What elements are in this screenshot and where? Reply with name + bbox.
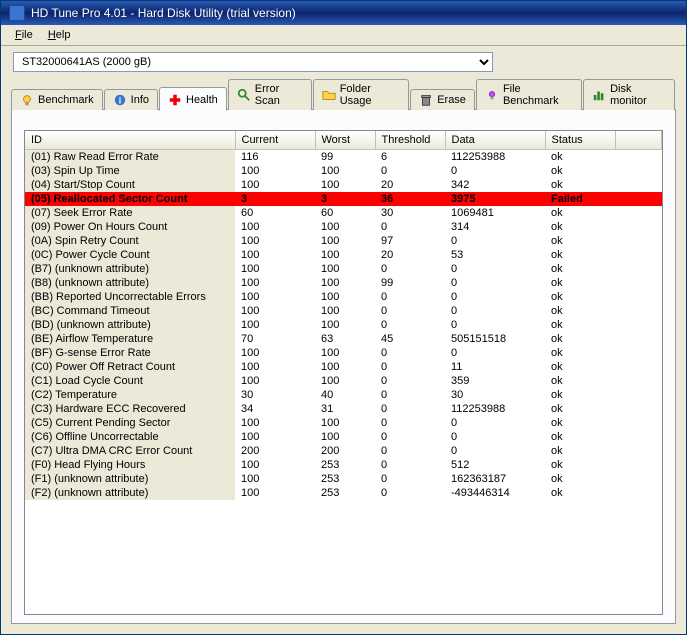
table-row[interactable]: (0C) Power Cycle Count1001002053ok — [25, 248, 662, 262]
menubar: File Help — [1, 25, 686, 46]
table-row[interactable]: (09) Power On Hours Count1001000314ok — [25, 220, 662, 234]
table-row[interactable]: (C5) Current Pending Sector10010000ok — [25, 416, 662, 430]
folder-icon — [322, 88, 336, 102]
app-icon — [9, 5, 25, 21]
table-row[interactable]: (C6) Offline Uncorrectable10010000ok — [25, 430, 662, 444]
health-panel: ID Current Worst Threshold Data Status (… — [11, 109, 676, 624]
info-icon: i — [113, 93, 127, 107]
tab-folder-usage[interactable]: Folder Usage — [313, 79, 409, 110]
table-row[interactable]: (C2) Temperature3040030ok — [25, 388, 662, 402]
table-row[interactable]: (03) Spin Up Time10010000ok — [25, 164, 662, 178]
col-threshold[interactable]: Threshold — [375, 131, 445, 150]
titlebar[interactable]: HD Tune Pro 4.01 - Hard Disk Utility (tr… — [1, 1, 686, 25]
table-row[interactable]: (B7) (unknown attribute)10010000ok — [25, 262, 662, 276]
tab-erase[interactable]: Erase — [410, 89, 475, 110]
tab-error-scan[interactable]: Error Scan — [228, 79, 312, 110]
tabstrip: Benchmark i Info Health Error Scan Folde… — [1, 79, 686, 110]
table-row[interactable]: (F0) Head Flying Hours1002530512ok — [25, 458, 662, 472]
lightbulb-icon — [20, 93, 34, 107]
table-row[interactable]: (F2) (unknown attribute)1002530-49344631… — [25, 486, 662, 500]
table-row[interactable]: (C7) Ultra DMA CRC Error Count20020000ok — [25, 444, 662, 458]
menu-file[interactable]: File — [9, 27, 39, 43]
svg-text:i: i — [118, 96, 120, 106]
table-row[interactable]: (07) Seek Error Rate6060301069481ok — [25, 206, 662, 220]
tab-disk-monitor[interactable]: Disk monitor — [583, 79, 675, 110]
menu-help[interactable]: Help — [42, 27, 77, 43]
col-current[interactable]: Current — [235, 131, 315, 150]
tab-benchmark[interactable]: Benchmark — [11, 89, 103, 110]
magnifier-icon — [237, 88, 251, 102]
table-row[interactable]: (BD) (unknown attribute)10010000ok — [25, 318, 662, 332]
col-status[interactable]: Status — [545, 131, 615, 150]
tab-info[interactable]: i Info — [104, 89, 158, 110]
health-cross-icon — [168, 93, 182, 107]
table-row[interactable]: (05) Reallocated Sector Count33363975Fai… — [25, 192, 662, 206]
table-row[interactable]: (C3) Hardware ECC Recovered3431011225398… — [25, 402, 662, 416]
table-row[interactable]: (C0) Power Off Retract Count100100011ok — [25, 360, 662, 374]
device-select[interactable]: ST32000641AS (2000 gB) — [13, 52, 493, 72]
tab-health[interactable]: Health — [159, 87, 227, 111]
window-title: HD Tune Pro 4.01 - Hard Disk Utility (tr… — [31, 6, 296, 20]
device-bar: ST32000641AS (2000 gB) — [1, 46, 686, 78]
trash-icon — [419, 93, 433, 107]
col-id[interactable]: ID — [25, 131, 235, 150]
table-row[interactable]: (C1) Load Cycle Count1001000359ok — [25, 374, 662, 388]
table-row[interactable]: (F1) (unknown attribute)1002530162363187… — [25, 472, 662, 486]
table-row[interactable]: (BE) Airflow Temperature706345505151518o… — [25, 332, 662, 346]
col-filler — [615, 131, 662, 150]
smart-table-wrap[interactable]: ID Current Worst Threshold Data Status (… — [24, 130, 663, 615]
table-row[interactable]: (01) Raw Read Error Rate116996112253988o… — [25, 150, 662, 165]
chart-bars-icon — [592, 88, 606, 102]
table-row[interactable]: (BC) Command Timeout10010000ok — [25, 304, 662, 318]
lightbulb-small-icon — [485, 88, 499, 102]
table-header-row: ID Current Worst Threshold Data Status — [25, 131, 662, 150]
table-row[interactable]: (B8) (unknown attribute)100100990ok — [25, 276, 662, 290]
tab-file-benchmark[interactable]: File Benchmark — [476, 79, 582, 110]
app-window: HD Tune Pro 4.01 - Hard Disk Utility (tr… — [0, 0, 687, 635]
col-worst[interactable]: Worst — [315, 131, 375, 150]
table-row[interactable]: (04) Start/Stop Count10010020342ok — [25, 178, 662, 192]
smart-table: ID Current Worst Threshold Data Status (… — [25, 131, 662, 500]
col-data[interactable]: Data — [445, 131, 545, 150]
table-row[interactable]: (BB) Reported Uncorrectable Errors100100… — [25, 290, 662, 304]
table-row[interactable]: (BF) G-sense Error Rate10010000ok — [25, 346, 662, 360]
table-row[interactable]: (0A) Spin Retry Count100100970ok — [25, 234, 662, 248]
